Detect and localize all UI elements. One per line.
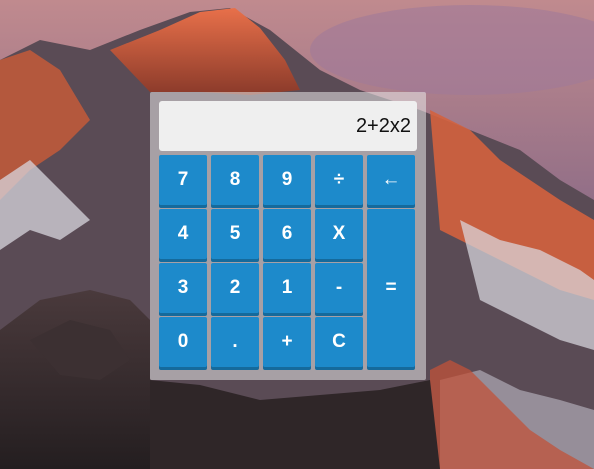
- key-divide[interactable]: ÷: [315, 155, 363, 205]
- key-9[interactable]: 9: [263, 155, 311, 205]
- key-4[interactable]: 4: [159, 209, 207, 259]
- display-value: 2+2x2: [355, 114, 411, 137]
- key-2[interactable]: 2: [211, 263, 259, 313]
- key-multiply[interactable]: X: [315, 209, 363, 259]
- key-7[interactable]: 7: [159, 155, 207, 205]
- key-3[interactable]: 3: [159, 263, 207, 313]
- key-backspace[interactable]: ←: [367, 155, 415, 205]
- key-6[interactable]: 6: [263, 209, 311, 259]
- key-8[interactable]: 8: [211, 155, 259, 205]
- key-subtract[interactable]: -: [315, 263, 363, 313]
- calculator-panel: 2+2x2 7 8 9 ÷ ← 4 5 6 X = 3 2 1 - 0 . + …: [150, 92, 426, 380]
- key-clear[interactable]: C: [315, 317, 363, 367]
- key-decimal[interactable]: .: [211, 317, 259, 367]
- key-1[interactable]: 1: [263, 263, 311, 313]
- key-0[interactable]: 0: [159, 317, 207, 367]
- key-add[interactable]: +: [263, 317, 311, 367]
- key-equals[interactable]: =: [367, 209, 415, 367]
- calculator-display: 2+2x2: [159, 101, 417, 151]
- key-5[interactable]: 5: [211, 209, 259, 259]
